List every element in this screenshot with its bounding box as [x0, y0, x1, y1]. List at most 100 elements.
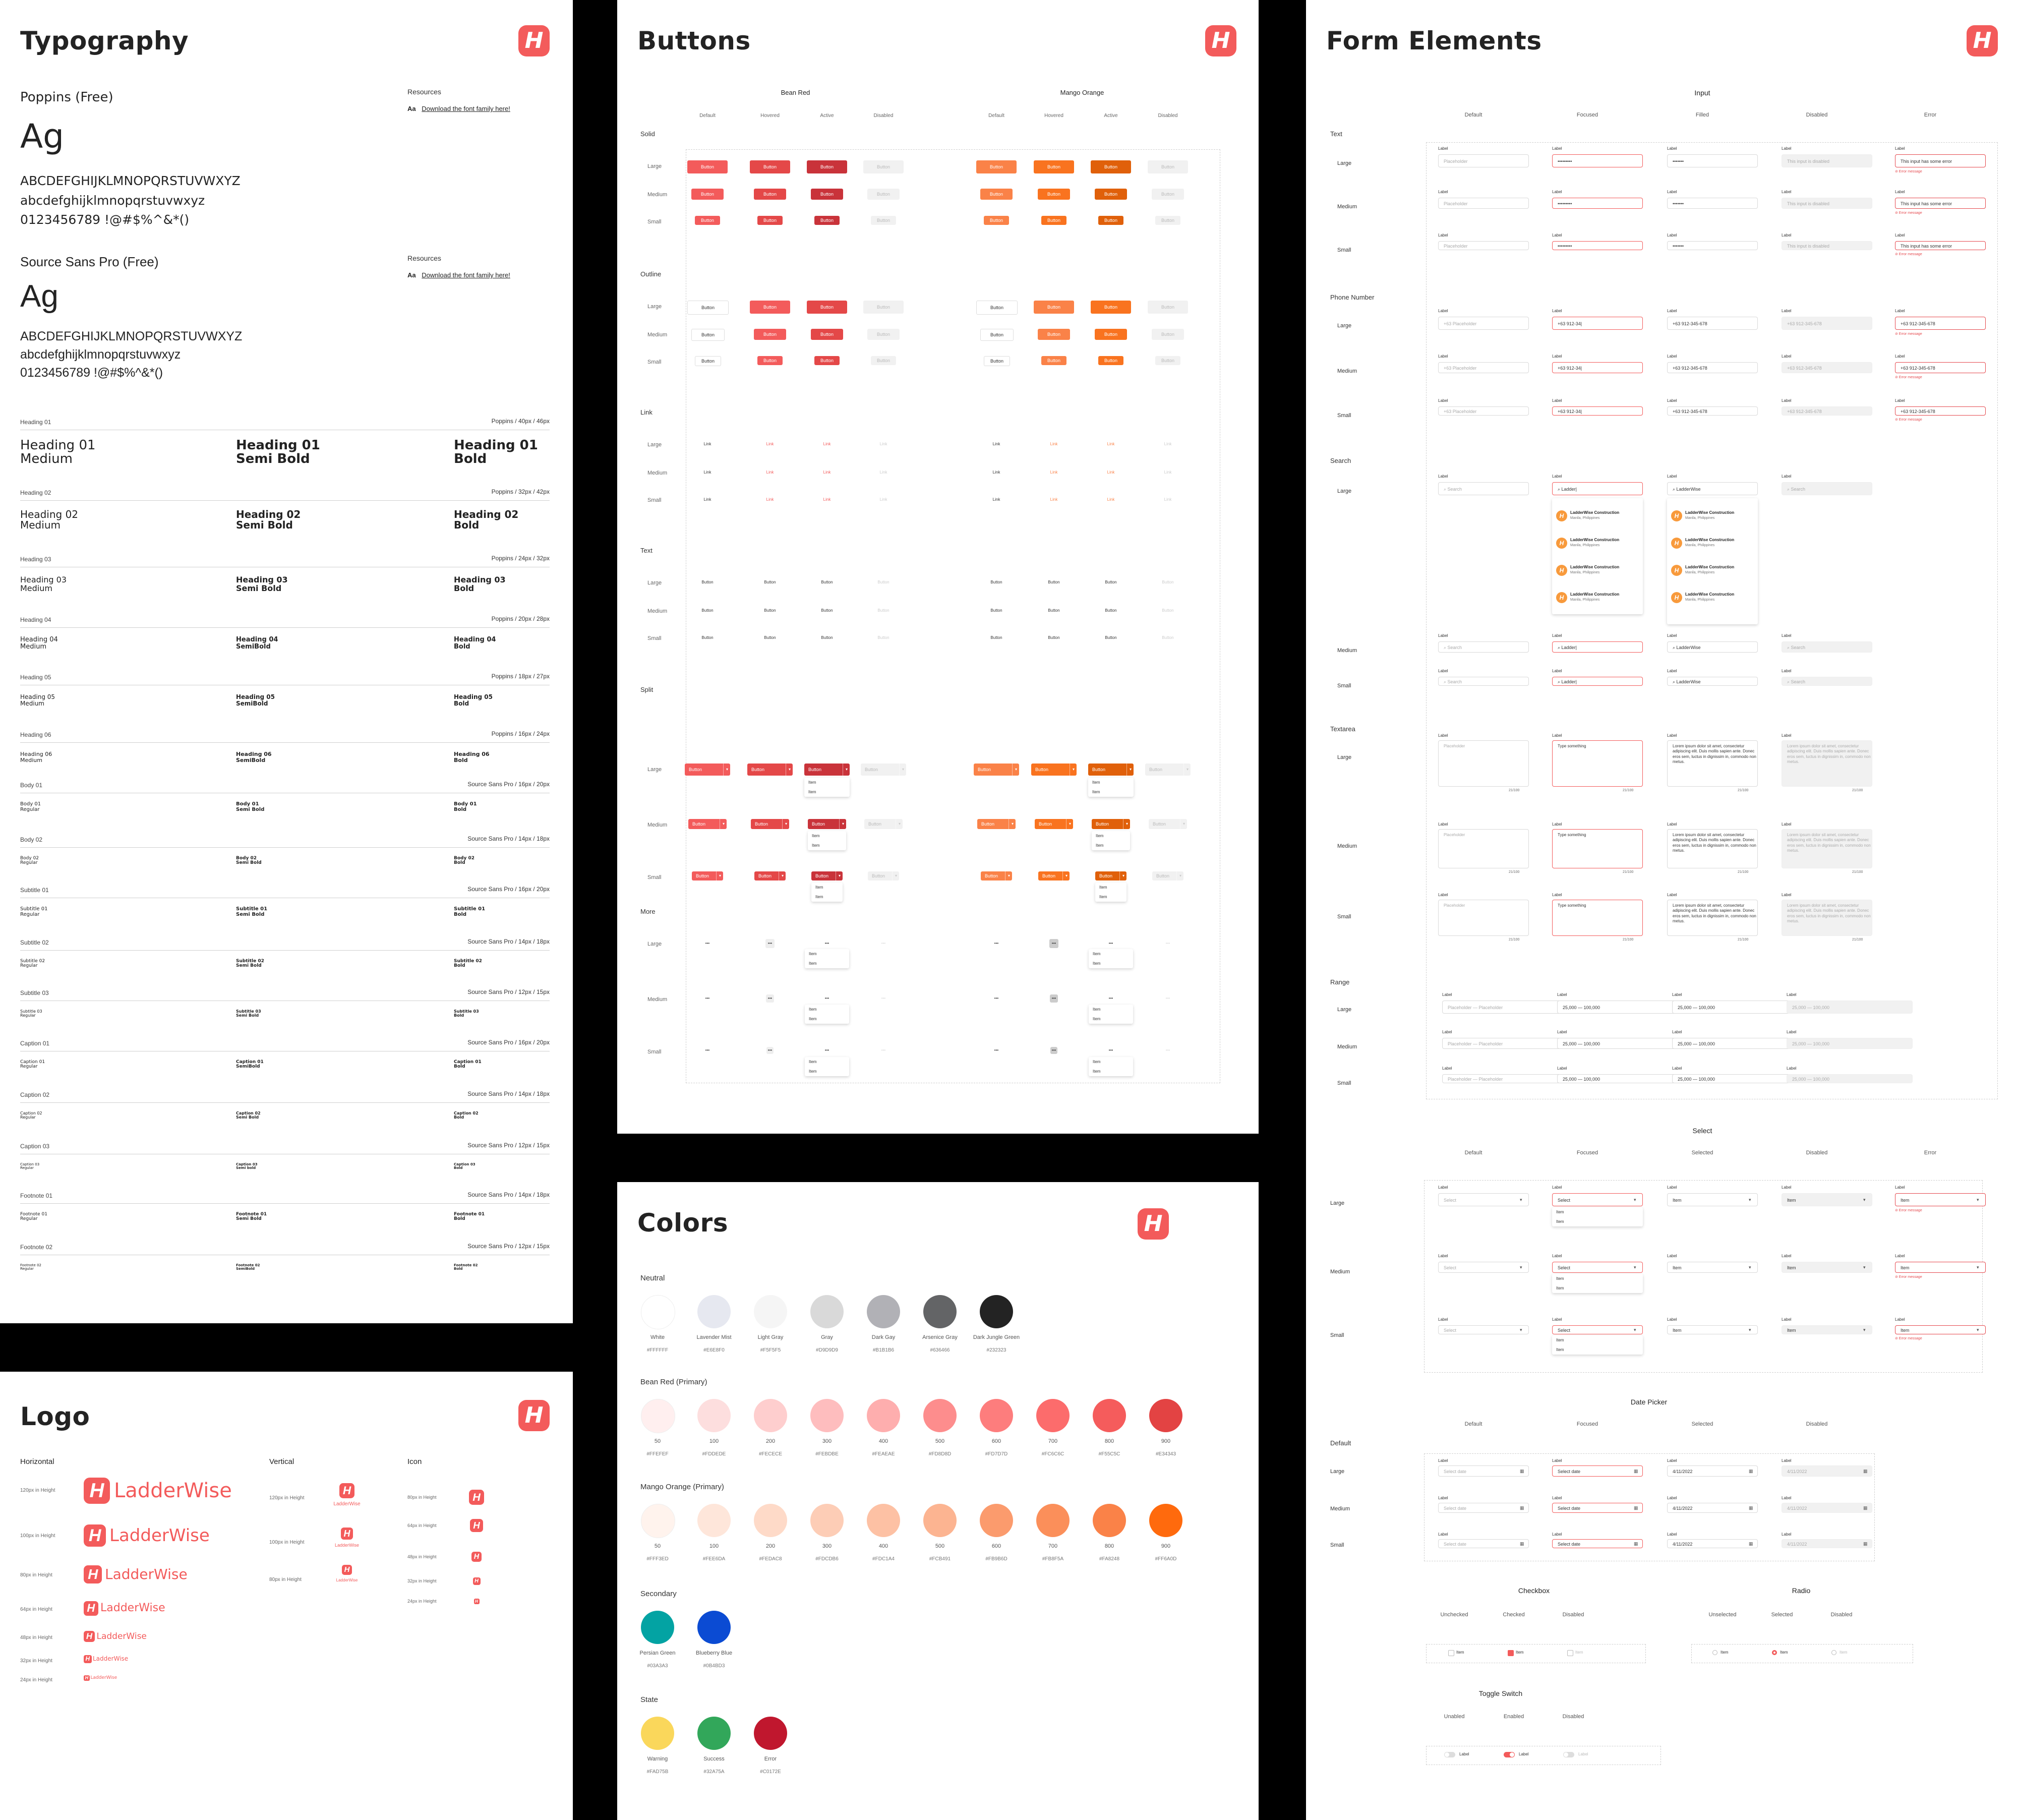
calendar-icon[interactable]: ▦ [1634, 1503, 1638, 1513]
outline-button[interactable]: Button [687, 301, 729, 315]
input-field[interactable]: ⌕ Ladder| [1552, 641, 1643, 653]
more-icon[interactable]: ••• [1050, 994, 1058, 1003]
font2-download-link[interactable]: Download the font family here! [422, 271, 510, 279]
dropdown-item[interactable]: Item [805, 949, 849, 959]
calendar-icon[interactable]: ▦ [1634, 1465, 1638, 1477]
date-field[interactable]: 4/11/2022 [1667, 1539, 1758, 1548]
select-field[interactable]: Select [1552, 1325, 1643, 1334]
dropdown-item[interactable]: Item [1552, 1335, 1643, 1345]
date-field[interactable]: Select date [1438, 1465, 1529, 1477]
button[interactable]: Button [976, 160, 1017, 173]
range-input[interactable]: 25,000 — 100,000 [1672, 1001, 1798, 1014]
select-field[interactable]: Item [1667, 1262, 1758, 1273]
text-button[interactable]: Button [692, 635, 723, 640]
input-field[interactable]: +63 Placeholder [1438, 362, 1529, 373]
chevron-down-icon[interactable]: ▾ [1520, 1193, 1522, 1206]
chevron-down-icon[interactable]: ▾ [786, 764, 793, 776]
chevron-down-icon[interactable]: ▾ [1977, 1193, 1979, 1206]
calendar-icon[interactable]: ▦ [1634, 1539, 1638, 1548]
input-field[interactable]: +63 912-345-678 [1895, 406, 1986, 416]
more-icon[interactable]: ••• [1107, 1047, 1114, 1054]
chevron-down-icon[interactable]: ▾ [836, 871, 843, 880]
more-dropdown[interactable]: Item Item [1089, 1057, 1133, 1076]
select-field[interactable]: Select [1438, 1325, 1529, 1334]
more-icon[interactable]: ••• [823, 994, 831, 1003]
chevron-down-icon[interactable]: ▾ [716, 871, 724, 880]
input-field[interactable]: +63 912-345-678 [1895, 317, 1986, 330]
select-field[interactable]: Item [1895, 1325, 1986, 1334]
dropdown-item[interactable]: Item [805, 1057, 849, 1067]
dropdown-item[interactable]: Item [1089, 1014, 1133, 1024]
result-name[interactable]: LadderWise Construction [1685, 510, 1734, 515]
chevron-down-icon[interactable]: ▾ [1977, 1262, 1979, 1273]
textarea[interactable]: Type something [1552, 740, 1643, 787]
text-button[interactable]: Button [812, 608, 842, 613]
font1-download-link[interactable]: Download the font family here! [422, 105, 510, 112]
button[interactable]: Button [984, 216, 1009, 225]
more-icon[interactable]: ••• [766, 1047, 774, 1054]
dropdown-item[interactable]: Item [811, 892, 843, 902]
chevron-down-icon[interactable]: ▾ [1520, 1325, 1522, 1334]
input-field[interactable]: Placeholder [1438, 241, 1529, 250]
input-field[interactable]: ⌕ LadderWise [1667, 641, 1758, 653]
range-input[interactable]: Placeholder — Placeholder [1442, 1074, 1568, 1083]
result-name[interactable]: LadderWise Construction [1570, 565, 1619, 569]
split-dropdown[interactable]: Item Item [1088, 778, 1134, 797]
dropdown-item[interactable]: Item [805, 1005, 849, 1014]
textarea[interactable]: Lorem ipsum dolor sit amet, consectetur … [1667, 740, 1758, 787]
dropdown-item[interactable]: Item [808, 841, 846, 850]
chevron-down-icon[interactable]: ▾ [1520, 1262, 1522, 1273]
dropdown-item[interactable]: Item [1088, 778, 1134, 787]
more-icon[interactable]: ••• [704, 1047, 711, 1054]
input-field[interactable]: +63 912-345-678 [1667, 317, 1758, 330]
chevron-down-icon[interactable]: ▾ [1008, 819, 1016, 829]
text-button[interactable]: Button [812, 635, 842, 640]
link-button[interactable]: Link [1101, 497, 1121, 502]
more-icon[interactable]: ••• [703, 939, 712, 948]
input-field[interactable]: ••••••••• [1552, 154, 1643, 167]
dropdown-item[interactable]: Item [808, 831, 846, 841]
dropdown-item[interactable]: Item [1552, 1345, 1643, 1355]
calendar-icon[interactable]: ▦ [1749, 1539, 1753, 1548]
dropdown-item[interactable]: Item [805, 1014, 849, 1024]
more-icon[interactable]: ••• [992, 939, 1001, 948]
outline-button[interactable]: Button [691, 329, 725, 341]
button[interactable]: Button [1091, 160, 1131, 173]
range-input[interactable]: Placeholder — Placeholder [1442, 1001, 1568, 1014]
input-field[interactable]: +63 912-34| [1552, 362, 1643, 373]
select-field[interactable]: Item [1667, 1193, 1758, 1206]
input-field[interactable]: ⌕ Search [1438, 482, 1529, 495]
outline-button[interactable]: Button [1034, 301, 1074, 314]
dropdown-item[interactable]: Item [1089, 949, 1133, 959]
input-field[interactable]: ••••••• [1667, 241, 1758, 250]
link-button[interactable]: Link [760, 497, 780, 502]
input-field[interactable]: ⌕ Search [1438, 677, 1529, 686]
text-button[interactable]: Button [981, 608, 1012, 613]
text-button[interactable]: Button [1039, 635, 1069, 640]
more-icon[interactable]: ••• [822, 939, 832, 948]
outline-button[interactable]: Button [695, 356, 721, 366]
input-field[interactable]: +63 912-34| [1552, 317, 1643, 330]
more-icon[interactable]: ••• [766, 994, 774, 1003]
split-dropdown[interactable]: Item Item [811, 883, 843, 902]
button[interactable]: Button [687, 160, 728, 173]
input-field[interactable]: ••••••••• [1552, 241, 1643, 250]
chevron-down-icon[interactable]: ▾ [1749, 1262, 1751, 1273]
link-button[interactable]: Link [1044, 497, 1064, 502]
outline-button[interactable]: Button [757, 356, 783, 365]
input-field[interactable]: ••••••• [1667, 154, 1758, 167]
input-field[interactable]: +63 912-345-678 [1895, 362, 1986, 373]
text-button[interactable]: Button [692, 580, 723, 584]
link-button[interactable]: Link [1101, 442, 1121, 446]
text-button[interactable]: Button [692, 608, 723, 613]
button[interactable]: Button [1041, 216, 1066, 225]
text-button[interactable]: Button [812, 580, 842, 584]
outline-button[interactable]: Button [1098, 356, 1123, 365]
checkbox[interactable] [1508, 1650, 1514, 1656]
outline-button[interactable]: Button [811, 329, 843, 340]
date-field[interactable]: Select date [1438, 1539, 1529, 1548]
link-button[interactable]: Link [986, 497, 1006, 502]
range-input[interactable]: 25,000 — 100,000 [1557, 1074, 1683, 1083]
textarea[interactable]: Lorem ipsum dolor sit amet, consectetur … [1667, 900, 1758, 936]
outline-button[interactable]: Button [1038, 329, 1070, 340]
